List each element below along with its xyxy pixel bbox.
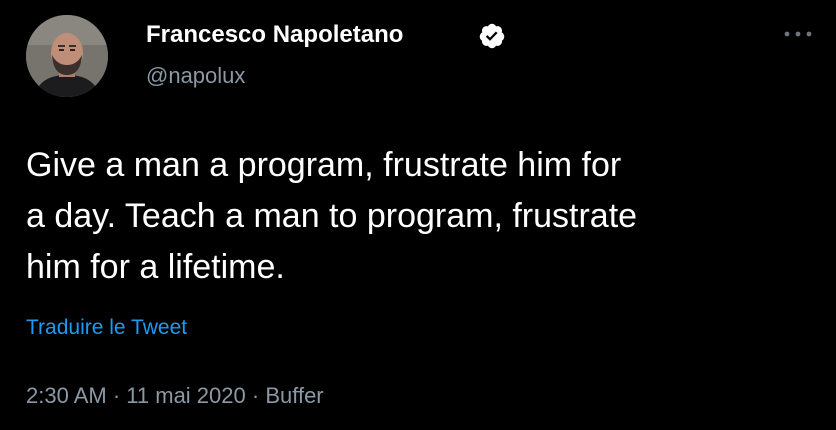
tweet-metadata: 2:30 AM · 11 mai 2020 · Buffer <box>26 381 324 411</box>
avatar-image <box>26 15 108 97</box>
tweet-text: Give a man a program, frustrate him for … <box>26 146 638 286</box>
user-handle[interactable]: @napolux <box>146 62 245 90</box>
display-name[interactable]: Francesco Napoletano <box>146 20 403 50</box>
verified-badge-icon <box>479 23 505 49</box>
avatar[interactable] <box>26 15 108 97</box>
metadata-separator: · <box>251 383 260 408</box>
translate-tweet-link[interactable]: Traduire le Tweet <box>26 314 187 342</box>
more-horizontal-icon[interactable] <box>778 22 818 46</box>
tweet-time[interactable]: 2:30 AM <box>26 383 107 408</box>
tweet-date[interactable]: 11 mai 2020 <box>126 383 245 408</box>
tweet-source[interactable]: Buffer <box>265 383 323 408</box>
metadata-separator: · <box>112 383 121 408</box>
tweet-card: Francesco Napoletano @napolux Give a man… <box>0 0 836 430</box>
